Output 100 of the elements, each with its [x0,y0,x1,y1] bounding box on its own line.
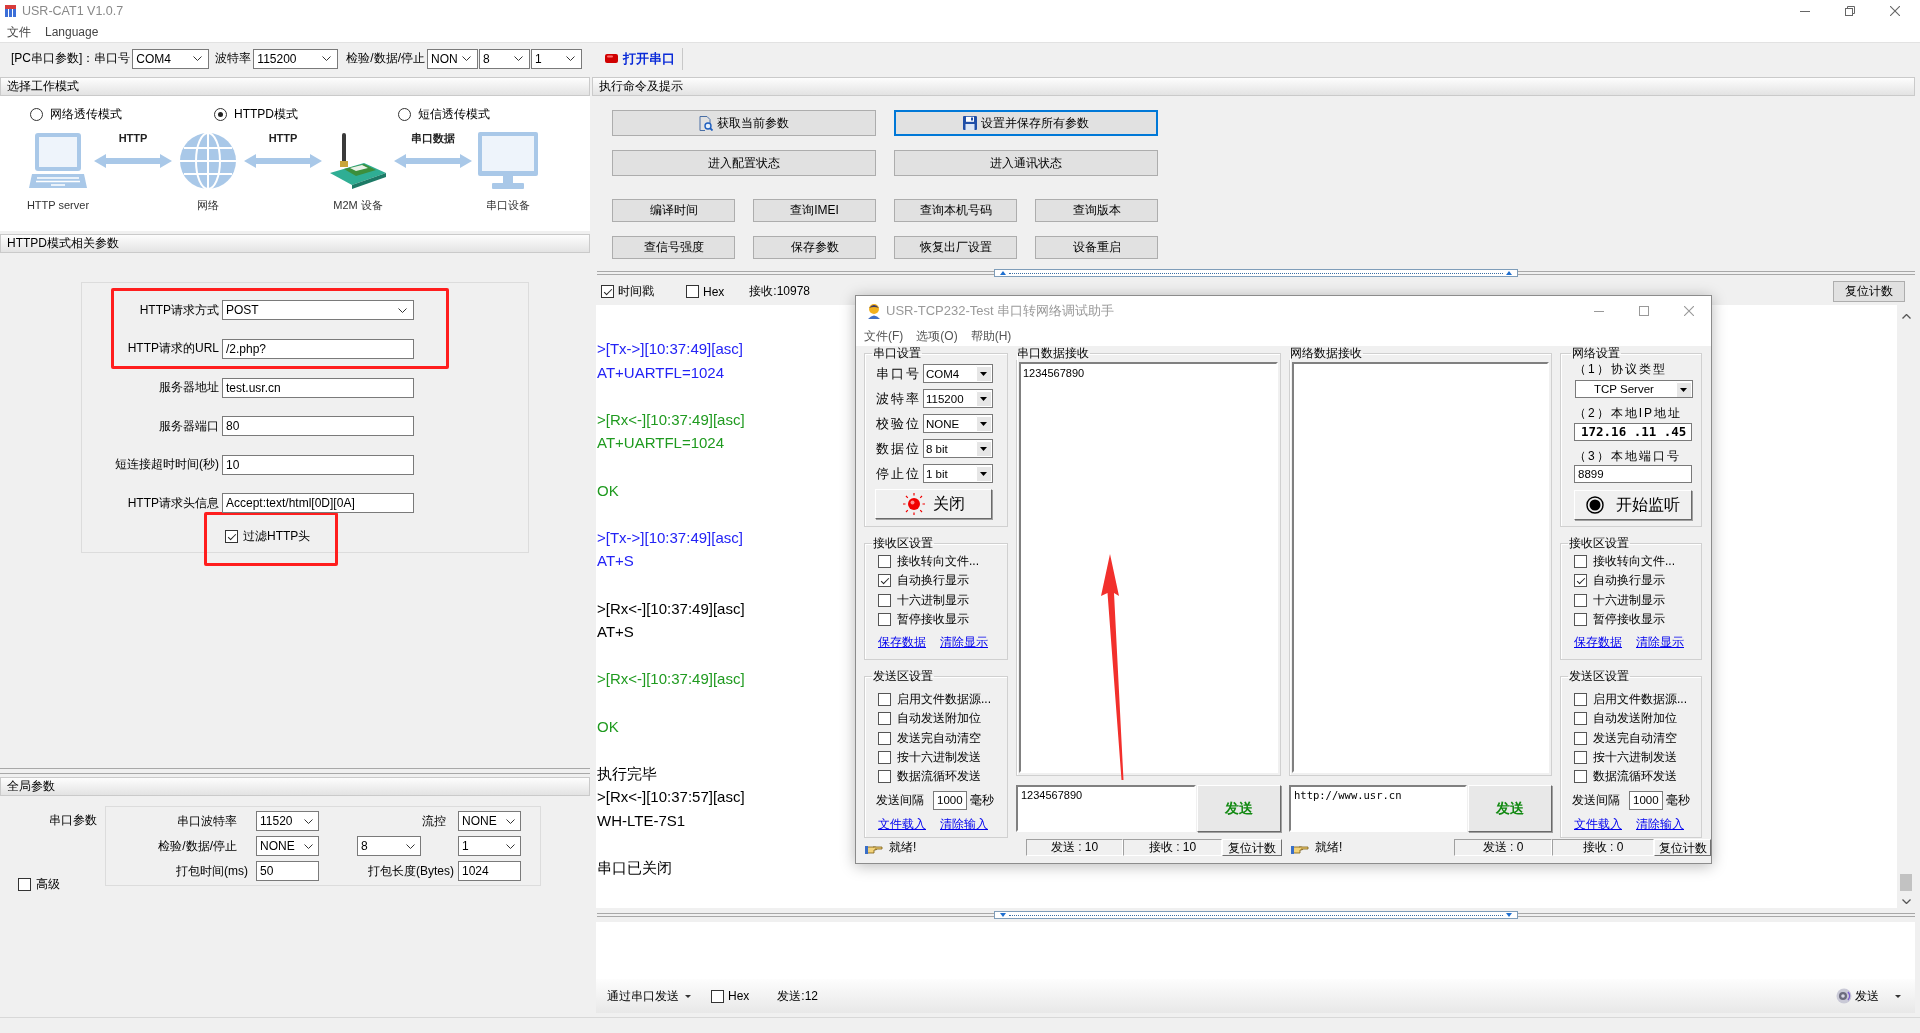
menu-item[interactable]: Language [45,25,99,39]
send-text-field[interactable]: 1234567890 [1016,785,1196,832]
checkbox-label[interactable]: 数据流循环发送 [1593,768,1677,786]
parity-dropdown[interactable]: NON [427,48,478,69]
checkbox[interactable] [878,574,891,588]
baud-rate-dropdown[interactable]: 11520 [256,811,319,831]
send-mode-dropdown[interactable]: 通过串口发送 [607,987,691,1005]
link[interactable]: 文件载入 [878,816,926,833]
checkbox[interactable] [711,989,724,1003]
checkbox-label[interactable]: 暂停接收显示 [897,611,969,629]
checkbox-label[interactable]: 暂停接收显示 [1593,611,1665,629]
link[interactable]: 清除输入 [940,816,988,833]
dropdown[interactable]: 8 bit [923,439,993,458]
checkbox[interactable] [878,613,891,627]
checkbox-label[interactable]: 接收转向文件... [897,553,979,571]
checkbox[interactable] [878,693,891,707]
checkbox[interactable] [878,731,891,745]
command-button[interactable]: 查询版本 [1035,199,1158,222]
dropdown[interactable]: 1 bit [923,464,993,483]
open-port-button[interactable]: 打开串口 [605,49,675,68]
link[interactable]: 保存数据 [878,633,926,651]
checkbox[interactable] [1574,693,1587,707]
checkbox[interactable] [878,751,891,765]
text-field[interactable]: 80 [222,416,414,437]
splitter-handle[interactable] [994,911,1518,919]
text-field[interactable]: 1024 [458,861,521,881]
checkbox-label[interactable]: Hex [728,989,750,1003]
text-field[interactable]: Accept:text/html[0D][0A] [222,493,414,514]
dropdown[interactable]: NONE [923,414,993,433]
checkbox[interactable] [1574,712,1587,726]
checkbox[interactable] [225,530,238,544]
close-icon[interactable] [1889,6,1900,16]
checkbox-label[interactable]: 启用文件数据源... [897,691,991,709]
menu-item[interactable]: 文件(F) [864,327,904,345]
command-button[interactable]: 编译时间 [612,199,735,222]
menu-item[interactable]: 文件 [7,23,31,41]
dropdown[interactable]: 115200 [923,389,993,408]
link[interactable]: 清除显示 [1636,633,1684,651]
checkbox-label[interactable]: 发送完自动清空 [897,729,981,747]
receive-text-area[interactable]: 1234567890 [1019,362,1278,773]
command-button[interactable]: 保存参数 [753,236,876,259]
close-port-button[interactable]: 关闭 [875,489,992,519]
checkbox-label[interactable]: 自动发送附加位 [897,710,981,728]
checkbox[interactable] [1574,751,1587,765]
link[interactable]: 文件载入 [1574,816,1622,833]
stop-bits-dropdown[interactable]: 1 [458,836,521,856]
link[interactable]: 清除输入 [1636,816,1684,833]
command-button[interactable]: 设备重启 [1035,236,1158,259]
checkbox[interactable] [1574,593,1587,607]
checkbox-label[interactable]: Hex [703,284,725,299]
parity-dropdown[interactable]: NONE [256,836,319,856]
dropdown[interactable]: COM4 [923,364,993,383]
command-button[interactable]: 查询IMEI [753,199,876,222]
stop-bits-dropdown[interactable]: 1 [531,48,582,69]
data-bits-dropdown[interactable]: 8 [357,836,421,856]
text-field[interactable]: /2.php? [222,338,414,359]
checkbox[interactable] [878,712,891,726]
radio-label[interactable]: HTTPD模式 [234,105,298,123]
checkbox-label[interactable]: 十六进制显示 [1593,591,1665,609]
menu-item[interactable]: 帮助(H) [970,327,1012,345]
checkbox[interactable] [18,878,31,891]
checkbox[interactable] [878,555,891,569]
restore-icon[interactable] [1844,6,1855,16]
send-button[interactable]: 发送 [1836,987,1879,1005]
checkbox-label[interactable]: 接收转向文件... [1593,553,1675,571]
command-button[interactable]: 查信号强度 [612,236,735,259]
protocol-dropdown[interactable]: TCP Server [1575,380,1693,398]
checkbox-label[interactable]: 按十六进制发送 [1593,749,1677,767]
checkbox[interactable] [686,285,699,298]
command-button[interactable]: 进入通讯状态 [894,150,1158,176]
reset-count-button[interactable]: 复位计数 [1654,839,1711,856]
interval-field[interactable]: 1000 [933,791,967,810]
checkbox-label[interactable]: 自动换行显示 [897,572,969,590]
checkbox[interactable] [1574,613,1587,627]
radio-label[interactable]: 网络透传模式 [50,105,122,123]
checkbox-label[interactable]: 自动换行显示 [1593,572,1665,590]
baud-rate-dropdown[interactable]: 115200 [253,48,339,69]
radio-button[interactable] [398,107,411,121]
caret-down-icon[interactable] [1895,994,1901,998]
chevron-down-icon[interactable] [1901,899,1911,904]
checkbox-label[interactable]: 数据流循环发送 [897,768,981,786]
checkbox-label[interactable]: 按十六进制发送 [897,749,981,767]
reset-count-button[interactable]: 复位计数 [1833,281,1905,302]
checkbox[interactable] [1574,574,1587,588]
checkbox-label[interactable]: 发送完自动清空 [1593,729,1677,747]
checkbox-label[interactable]: 自动发送附加位 [1593,710,1677,728]
send-button[interactable]: 发送 [1468,785,1552,832]
command-button[interactable]: 获取当前参数 [612,110,876,136]
minimize-icon[interactable] [1799,10,1810,12]
radio-button[interactable] [214,107,227,121]
text-field[interactable]: test.usr.cn [222,377,414,398]
send-button[interactable]: 发送 [1197,785,1281,832]
reset-count-button[interactable]: 复位计数 [1222,839,1282,856]
interval-field[interactable]: 1000 [1629,791,1663,810]
link[interactable]: 保存数据 [1574,633,1622,651]
checkbox[interactable] [601,285,614,298]
method-dropdown[interactable]: POST [222,300,414,320]
checkbox-label[interactable]: 高级 [36,876,60,893]
send-text-field[interactable]: http://www.usr.cn [1289,785,1467,832]
menu-item[interactable]: 选项(O) [916,327,958,345]
